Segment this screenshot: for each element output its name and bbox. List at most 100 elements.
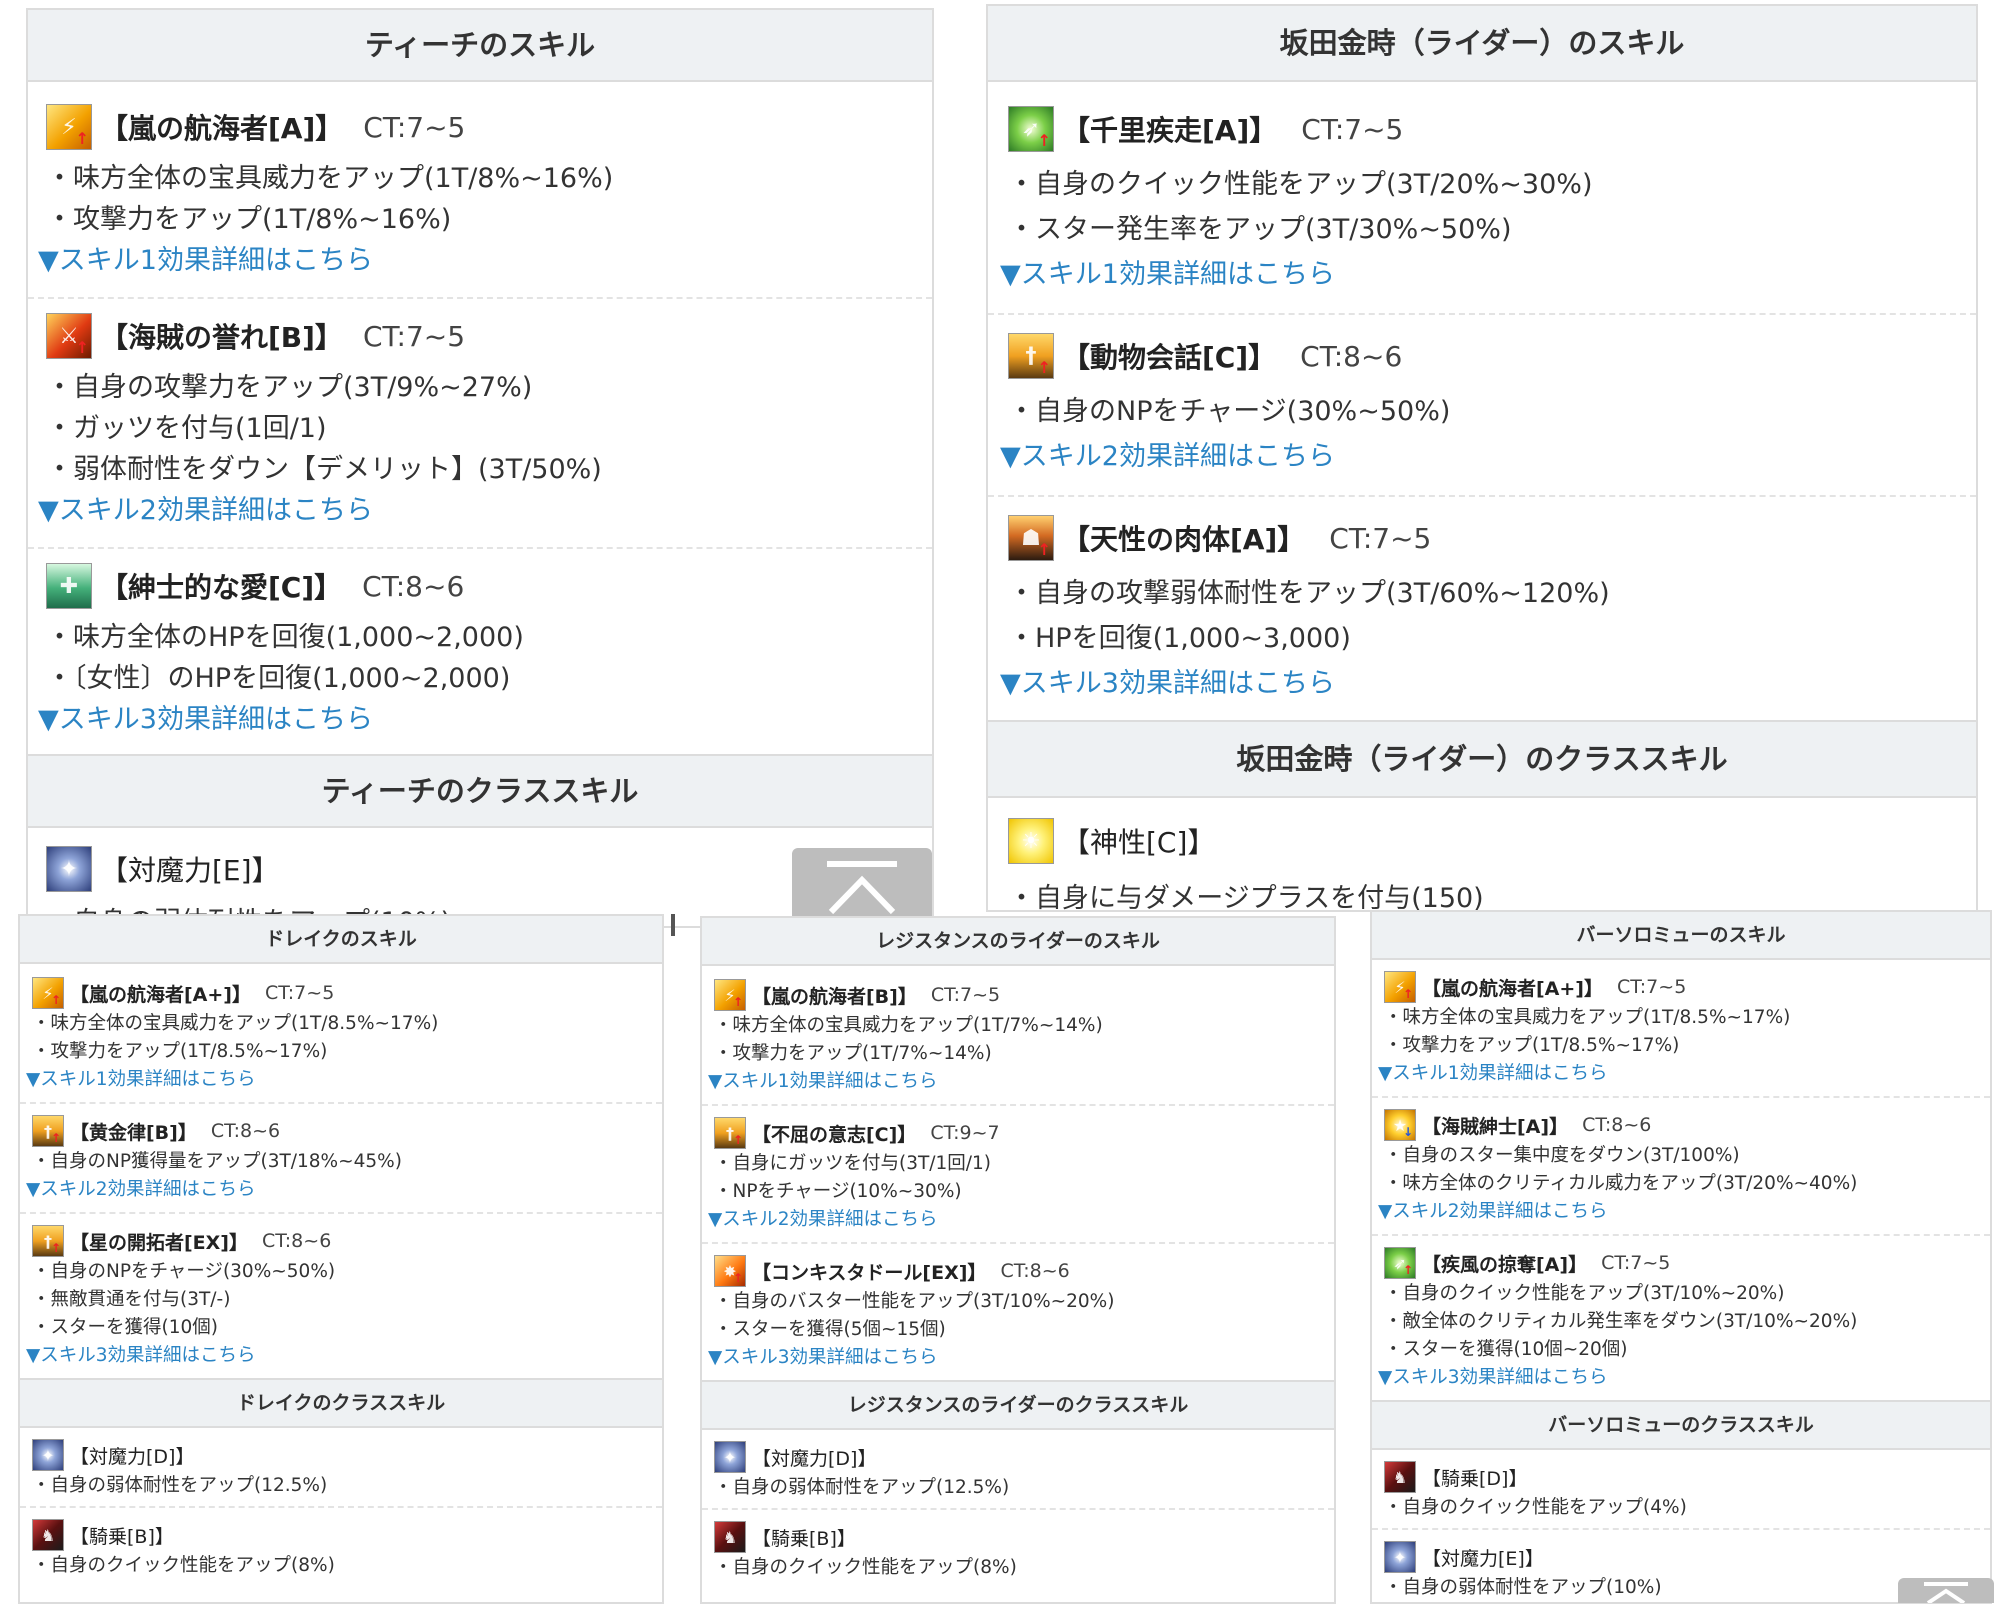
magic-resistance-icon: ✦ [714,1441,746,1473]
skill-effect: ・HPを回復(1,000~3,000) [1008,623,1351,654]
skill-effect: ・敵全体のクリティカル発生率をダウン(3T/10%~20%) [1384,1311,1858,1332]
skill-name: 【嵐の航海者[A+]】 [70,983,251,1006]
skill-detail-link[interactable]: ▼スキル3効果詳細はこちら [1378,1364,1980,1392]
skill-cooldown: CT:8~6 [1300,339,1403,373]
arrow-up-icon [827,861,897,915]
scrollbar-thumb[interactable] [671,914,675,936]
class-skill-entry: ♞ 【騎乗[B]】 ・自身のクイック性能をアップ(8%) [20,1506,662,1586]
skill-detail-link[interactable]: ▼スキル1効果詳細はこちら [708,1068,1324,1096]
class-skill-entry: ✦ 【対魔力[D]】 ・自身の弱体耐性をアップ(12.5%) [20,1428,662,1506]
skill-effect: ・自身の弱体耐性をアップ(12.5%) [32,1475,328,1496]
skill-name: 【海賊紳士[A]】 [1422,1115,1569,1138]
sea-storm-icon: ⚡ ↑ [32,977,64,1009]
skill-name: 【騎乗[B]】 [70,1525,174,1548]
skill-effect: ・無敵貫通を付与(3T/-) [32,1289,231,1310]
teach-skill-panel: ティーチのスキル ⚡ ↑ 【嵐の航海者[A]】 CT:7~5 ・味方全体の宝具威力をア… [26,8,934,928]
skill-name: 【対魔力[E]】 [1422,1547,1544,1570]
skill-entry: ⚡ ↑ 【嵐の航海者[B]】 CT:7~5 ・味方全体の宝具威力をアップ(1T/7%~… [702,966,1334,1104]
skill-effect: ・自身の弱体耐性をアップ(10%) [1384,1577,1662,1598]
skill-effect: ・自身に与ダメージプラスを付与(150) [1008,883,1484,912]
skill-entry: ⚡ ↑ 【嵐の航海者[A+]】 CT:7~5 ・味方全体の宝具威力をアップ(1T/8.… [20,964,662,1102]
skill-cooldown: CT:7~5 [1601,1252,1671,1274]
skill-entry: ⚔ ↑ 【海賊の誉れ[B]】 CT:7~5 ・自身の攻撃力をアップ(3T/9%~27%… [28,297,932,547]
skill-effect: ・味方全体の宝具威力をアップ(1T/8%~16%) [46,163,614,194]
np-charge-icon: † ↑ [32,1225,64,1257]
swift-run-icon: ➶ ↑ [1384,1247,1416,1279]
kintoki-skills-heading: 坂田金時（ライダー）のスキル [988,6,1976,82]
skill-name: 【嵐の航海者[B]】 [752,985,917,1008]
skill-cooldown: CT:7~5 [265,982,335,1004]
bartholomew-class-skills-heading: バーソロミューのクラススキル [1372,1400,1990,1450]
skill-detail-link[interactable]: ▼スキル2効果詳細はこちら [708,1206,1324,1234]
skill-cooldown: CT:7~5 [362,319,466,353]
skill-effect: ・自身の攻撃力をアップ(3T/9%~27%) [46,372,533,403]
skill-cooldown: CT:7~5 [930,984,1001,1006]
skill-cooldown: CT:8~6 [262,1230,332,1252]
skill-effect: ・スターを獲得(5個~15個) [714,1319,946,1340]
skill-effect: ・NPをチャージ(10%~30%) [714,1181,962,1202]
skill-effect: ・味方全体の宝具威力をアップ(1T/7%~14%) [714,1015,1103,1036]
teach-class-skills-heading: ティーチのクラススキル [28,754,932,828]
np-gain-icon: † ↑ [32,1115,64,1147]
skill-detail-link[interactable]: ▼スキル1効果詳細はこちら [1000,252,1960,297]
skill-effect: ・自身の攻撃弱体耐性をアップ(3T/60%~120%) [1008,578,1610,609]
skill-detail-link[interactable]: ▼スキル2効果詳細はこちら [1000,434,1960,479]
skill-detail-link[interactable]: ▼スキル3効果詳細はこちら [1000,661,1960,706]
skill-entry: ✸ ↑ 【コンキスタドール[EX]】 CT:8~6 ・自身のバスター性能をアップ(3T… [702,1242,1334,1380]
skill-name: 【海賊の誉れ[B]】 [100,321,343,354]
riding-icon: ♞ [32,1519,64,1551]
skill-effect: ・攻撃力をアップ(1T/8.5%~17%) [32,1041,328,1062]
star-down-icon: ★ ↓ [1384,1109,1416,1141]
skill-cooldown: CT:7~5 [1301,112,1404,146]
skill-detail-link[interactable]: ▼スキル3効果詳細はこちら [38,699,916,740]
skill-effect: ・自身のNPをチャージ(30%~50%) [32,1261,336,1282]
skill-entry: † ↑ 【黄金律[B]】 CT:8~6 ・自身のNP獲得量をアップ(3T/18%~45… [20,1102,662,1212]
skill-detail-link[interactable]: ▼スキル2効果詳細はこちら [38,490,916,531]
divinity-icon: ☀ [1008,818,1054,864]
skill-name: 【動物会話[C]】 [1062,341,1277,374]
skill-detail-link[interactable]: ▼スキル3効果詳細はこちら [708,1344,1324,1372]
skill-effect: ・味方全体の宝具威力をアップ(1T/8.5%~17%) [1384,1007,1791,1028]
skill-effect: ・自身のNP獲得量をアップ(3T/18%~45%) [32,1151,402,1172]
heal-icon: ✚ [46,563,92,609]
bartholomew-skills-heading: バーソロミューのスキル [1372,912,1990,960]
skill-effect: ・攻撃力をアップ(1T/8%~16%) [46,204,452,235]
skill-entry: ➶ ↑ 【千里疾走[A]】 CT:7~5 ・自身のクイック性能をアップ(3T/20%~… [988,82,1976,313]
skill-entry: ➶ ↑ 【疾風の掠奪[A]】 CT:7~5 ・自身のクイック性能をアップ(3T/10%… [1372,1234,1990,1400]
skill-effect: ・スターを獲得(10個~20個) [1384,1339,1628,1360]
skill-name: 【紳士的な愛[C]】 [100,571,343,604]
skill-cooldown: CT:7~5 [1329,521,1432,555]
skill-cooldown: CT:7~5 [363,110,466,144]
skill-name: 【神性[C]】 [1062,826,1216,859]
skill-detail-link[interactable]: ▼スキル2効果詳細はこちら [1378,1198,1980,1226]
skill-entry: † ↑ 【星の開拓者[EX]】 CT:8~6 ・自身のNPをチャージ(30%~50%)… [20,1212,662,1378]
skill-effect: ・〔女性〕のHPを回復(1,000~2,000) [46,663,511,694]
skill-name: 【黄金律[B]】 [70,1121,197,1144]
np-charge-icon: † ↑ [1008,333,1054,379]
scroll-to-top-button[interactable] [792,848,932,916]
scroll-to-top-button[interactable] [1898,1578,1994,1603]
skill-name: 【騎乗[D]】 [1422,1467,1528,1490]
skill-effect: ・味方全体の宝具威力をアップ(1T/8.5%~17%) [32,1013,439,1034]
pirate-honor-icon: ⚔ ↑ [46,313,92,359]
class-skill-entry: ✦ 【対魔力[D]】 ・自身の弱体耐性をアップ(12.5%) [702,1430,1334,1508]
skill-effect: ・味方全体のHPを回復(1,000~2,000) [46,622,524,653]
magic-resistance-icon: ✦ [32,1439,64,1471]
skill-detail-link[interactable]: ▼スキル1効果詳細はこちら [26,1066,652,1094]
skill-effect: ・味方全体のクリティカル威力をアップ(3T/20%~40%) [1384,1173,1858,1194]
skill-detail-link[interactable]: ▼スキル1効果詳細はこちら [1378,1060,1980,1088]
skill-effect: ・攻撃力をアップ(1T/7%~14%) [714,1043,992,1064]
buster-up-icon: ✸ ↑ [714,1255,746,1287]
magic-resistance-icon: ✦ [1384,1541,1416,1573]
sea-storm-icon: ⚡ ↑ [714,979,746,1011]
skill-detail-link[interactable]: ▼スキル2効果詳細はこちら [26,1176,652,1204]
skill-detail-link[interactable]: ▼スキル1効果詳細はこちら [38,240,916,281]
resistance-rider-skill-panel: レジスタンスのライダーのスキル ⚡ ↑ 【嵐の航海者[B]】 CT:7~5 ・味方全体… [700,916,1336,1604]
skill-name: 【千里疾走[A]】 [1062,114,1278,147]
skill-effect: ・弱体耐性をダウン【デメリット】(3T/50%) [46,454,602,485]
skill-cooldown: CT:7~5 [1617,976,1687,998]
skill-effect: ・自身のクイック性能をアップ(8%) [32,1555,335,1576]
skill-effect: ・自身のNPをチャージ(30%~50%) [1008,396,1451,427]
skill-entry: † ↑ 【不屈の意志[C]】 CT:9~7 ・自身にガッツを付与(3T/1回/1) ・… [702,1104,1334,1242]
skill-detail-link[interactable]: ▼スキル3効果詳細はこちら [26,1342,652,1370]
